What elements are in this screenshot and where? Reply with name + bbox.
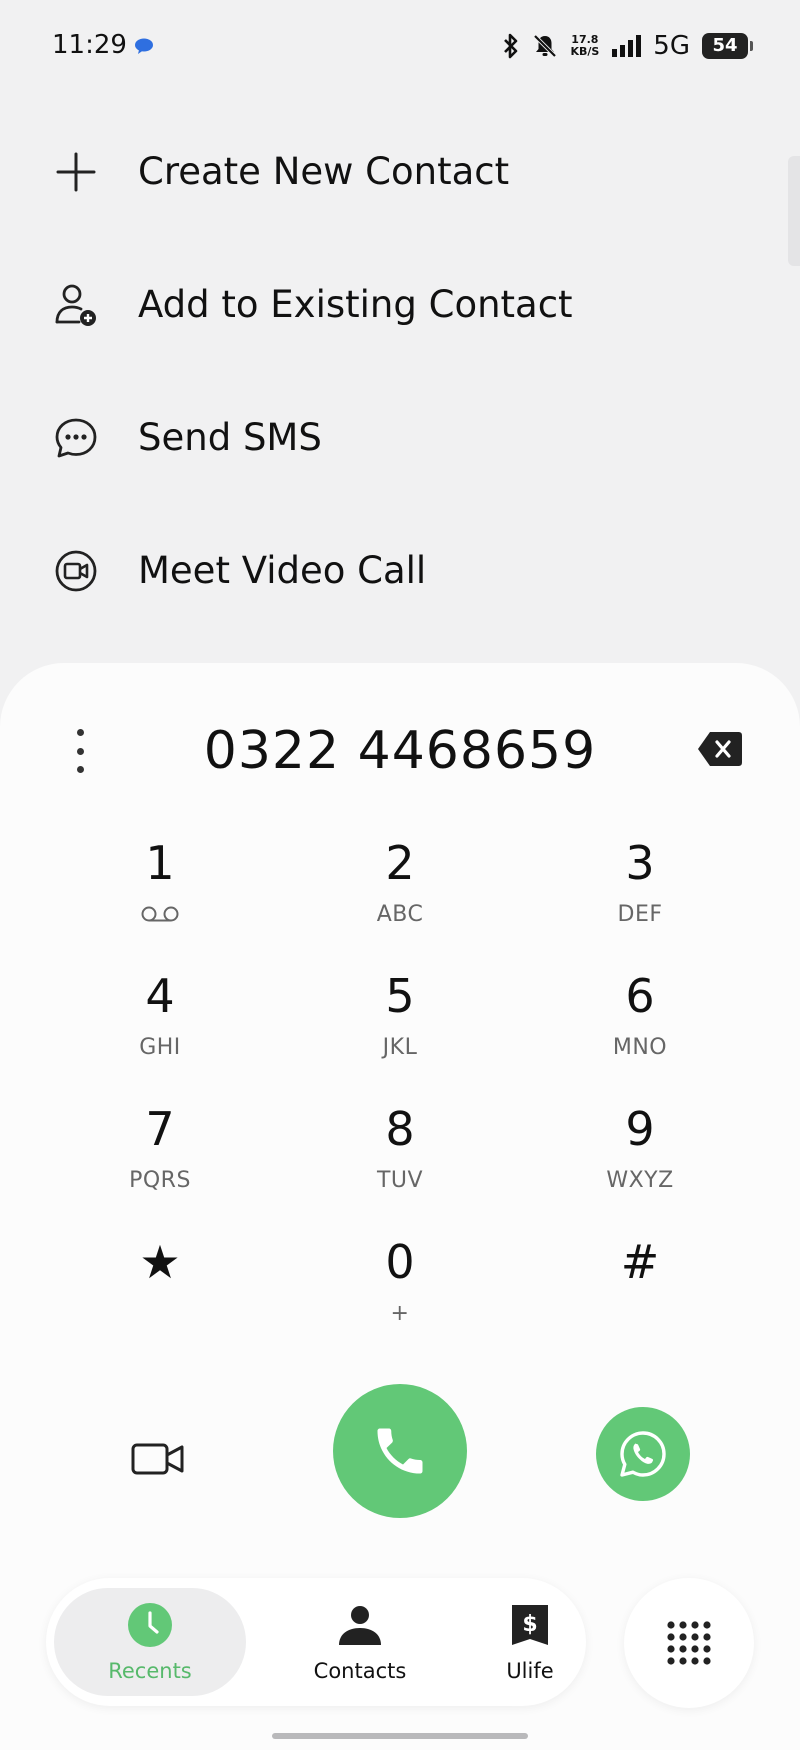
key-star[interactable]: ★ [40,1234,280,1367]
key-letters: + [390,1300,410,1326]
nav-ulife-label: Ulife [506,1659,554,1683]
key-letters: JKL [382,1034,418,1060]
key-digit: 9 [625,1102,655,1156]
key-3[interactable]: 3 DEF [520,835,760,968]
create-new-contact-item[interactable]: Create New Contact [0,105,800,238]
voicemail-icon [140,901,180,927]
key-7[interactable]: 7 PQRS [40,1101,280,1234]
phone-icon [377,1428,423,1474]
clock-icon [128,1603,172,1647]
key-hash[interactable]: # [520,1234,760,1367]
key-6[interactable]: 6 MNO [520,968,760,1101]
message-icon [52,414,100,462]
key-digit: 1 [145,836,175,890]
bell-muted-icon [534,34,557,58]
key-letters: ABC [376,901,424,927]
send-sms-label: Send SMS [138,416,322,459]
key-5[interactable]: 5 JKL [280,968,520,1101]
signal-icon [612,35,642,57]
more-options-button[interactable] [62,723,98,779]
key-letters: WXYZ [606,1167,674,1193]
status-bar: 11:29 17.8 KB/S 5G 54 [0,0,800,96]
home-indicator[interactable] [272,1733,528,1739]
network-speed: 17.8 KB/S [570,34,599,58]
network-type: 5G [653,31,690,61]
key-digit: 5 [385,969,415,1023]
more-dot [76,766,84,773]
key-digit: # [620,1235,660,1289]
ulife-icon: $ [512,1605,548,1645]
key-2[interactable]: 2 ABC [280,835,520,968]
network-speed-unit: KB/S [570,45,600,58]
nav-contacts[interactable]: Contacts [276,1588,444,1696]
key-letters: DEF [617,901,663,927]
nav-contacts-label: Contacts [313,1659,407,1683]
meet-video-icon [52,547,100,595]
key-letters: GHI [139,1034,181,1060]
backspace-icon[interactable] [696,730,744,768]
keypad: 1 2 ABC 3 DEF 4 GHI 5 JKL 6 MNO 7 PQRS 8… [40,835,760,1367]
key-digit: 2 [385,836,415,890]
key-digit: ★ [139,1235,181,1289]
key-digit: 6 [625,969,655,1023]
number-actions-menu: Create New Contact Add to Existing Conta… [0,105,800,637]
send-sms-item[interactable]: Send SMS [0,371,800,504]
video-call-icon[interactable] [130,1439,186,1479]
more-dot [76,729,84,736]
person-add-icon [52,281,100,329]
message-notification-icon [135,38,153,54]
key-4[interactable]: 4 GHI [40,968,280,1101]
dialpad-grid-icon [667,1621,711,1665]
person-icon [339,1606,381,1645]
nav-recents[interactable]: Recents [54,1588,246,1696]
key-digit: 4 [145,969,175,1023]
key-letters: MNO [612,1034,668,1060]
meet-video-call-item[interactable]: Meet Video Call [0,504,800,637]
dialpad-toggle-button[interactable] [624,1578,754,1708]
dialed-number[interactable]: 0322 4468659 [150,721,650,781]
nav-recents-label: Recents [108,1659,192,1683]
whatsapp-call-button[interactable] [596,1407,690,1501]
status-time: 11:29 [52,30,127,60]
bluetooth-icon [504,33,518,59]
meet-video-call-label: Meet Video Call [138,549,427,592]
plus-icon [52,148,100,196]
key-8[interactable]: 8 TUV [280,1101,520,1234]
key-digit: 0 [385,1235,415,1289]
battery-icon: 54 [702,33,753,59]
svg-text:$: $ [522,1612,537,1637]
add-to-existing-contact-label: Add to Existing Contact [138,283,573,326]
key-digit: 8 [385,1102,415,1156]
whatsapp-icon [620,1431,666,1477]
nav-ulife[interactable]: $ Ulife [446,1588,614,1696]
key-1[interactable]: 1 [40,835,280,968]
more-dot [76,747,84,755]
bottom-navigation: Recents Contacts $ Ulife [46,1578,586,1706]
key-digit: 7 [145,1102,175,1156]
key-letters: PQRS [129,1167,191,1193]
call-button[interactable] [333,1384,467,1518]
create-new-contact-label: Create New Contact [138,150,510,193]
key-letters: TUV [376,1167,424,1193]
status-icons: 17.8 KB/S 5G 54 [502,28,753,64]
key-0[interactable]: 0 + [280,1234,520,1367]
key-9[interactable]: 9 WXYZ [520,1101,760,1234]
add-to-existing-contact-item[interactable]: Add to Existing Contact [0,238,800,371]
key-digit: 3 [625,836,655,890]
